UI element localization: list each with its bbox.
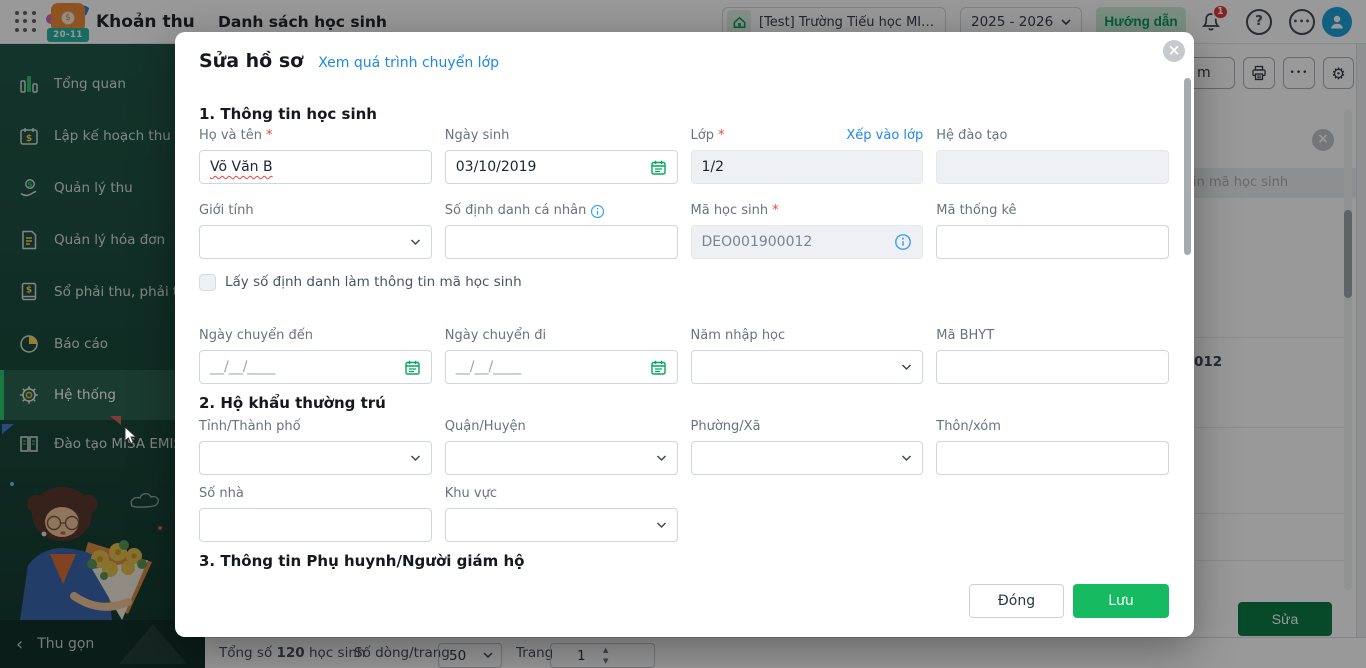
use-personal-id-checkbox-row: Lấy số định danh làm thông tin mã học si… [199,273,1169,291]
class-input: 1/2 [691,150,924,184]
transfer-out-date-input[interactable]: __/__/____ [445,350,678,384]
field-area: Khu vực [445,486,678,542]
calendar-icon[interactable] [404,359,421,376]
section-student-info-title: 1. Thông tin học sinh [199,104,1169,124]
student-code-input: DEO001900012 [691,225,924,259]
health-insurance-input[interactable] [936,350,1169,384]
field-full-name: Họ và tên * Võ Văn B [199,128,432,184]
personal-id-input[interactable] [445,225,678,259]
chevron-down-icon [656,522,667,529]
mouse-cursor [124,426,138,446]
calendar-icon[interactable] [650,159,667,176]
field-enrollment-year: Năm nhập học [691,328,924,384]
hamlet-input[interactable] [936,441,1169,475]
field-student-code: Mã học sinh * DEO001900012 [691,203,924,259]
required-marker: * [772,203,779,219]
ward-select[interactable] [691,441,924,475]
calendar-icon[interactable] [650,359,667,376]
full-name-input[interactable]: Võ Văn B [199,150,432,184]
field-transfer-out-date: Ngày chuyển đi __/__/____ [445,328,678,384]
house-number-input[interactable] [199,508,432,542]
field-class: Lớp * Xếp vào lớp 1/2 [691,128,924,184]
chevron-down-icon [410,455,421,462]
field-ward: Phường/Xã [691,419,924,475]
dob-date-input[interactable]: 03/10/2019 [445,150,678,184]
info-icon[interactable] [894,233,912,251]
gender-select[interactable] [199,225,432,259]
chevron-down-icon [656,455,667,462]
screen: $ 20-11 Khoản thu Danh sách học sinh [Te… [0,0,1366,668]
edit-profile-modal: × Sửa hồ sơ Xem quá trình chuyển lớp 1. … [175,32,1194,637]
field-district: Quận/Huyện [445,419,678,475]
chevron-down-icon [901,364,912,371]
field-personal-id: Số định danh cá nhân [445,203,678,259]
area-select[interactable] [445,508,678,542]
checkbox-label: Lấy số định danh làm thông tin mã học si… [225,274,522,290]
transfer-in-date-input[interactable]: __/__/____ [199,350,432,384]
required-marker: * [266,128,273,144]
stat-code-input[interactable] [936,225,1169,259]
section-guardian-title: 3. Thông tin Phụ huynh/Người giám hộ [199,551,1169,571]
field-province: Tỉnh/Thành phố [199,419,432,475]
education-system-input [936,150,1169,184]
field-health-insurance: Mã BHYT [936,328,1169,384]
modal-title: Sửa hồ sơ [199,50,303,72]
modal-cancel-button[interactable]: Đóng [969,584,1064,618]
enrollment-year-select[interactable] [691,350,924,384]
chevron-down-icon [901,455,912,462]
chevron-down-icon [410,239,421,246]
district-select[interactable] [445,441,678,475]
required-marker: * [718,128,725,144]
section-residence-title: 2. Hộ khẩu thường trú [199,393,1169,413]
modal-save-button[interactable]: Lưu [1073,584,1169,618]
field-transfer-in-date: Ngày chuyển đến __/__/____ [199,328,432,384]
field-hamlet: Thôn/xóm [936,419,1169,475]
checkbox[interactable] [199,274,216,291]
field-dob: Ngày sinh 03/10/2019 [445,128,678,184]
field-education-system: Hệ đào tạo [936,128,1169,184]
view-class-history-link[interactable]: Xem quá trình chuyển lớp [318,55,499,71]
field-gender: Giới tính [199,203,432,259]
province-select[interactable] [199,441,432,475]
info-icon[interactable] [590,204,605,219]
field-stat-code: Mã thống kê [936,203,1169,259]
field-house-number: Số nhà [199,486,432,542]
assign-class-link[interactable]: Xếp vào lớp [846,128,923,144]
